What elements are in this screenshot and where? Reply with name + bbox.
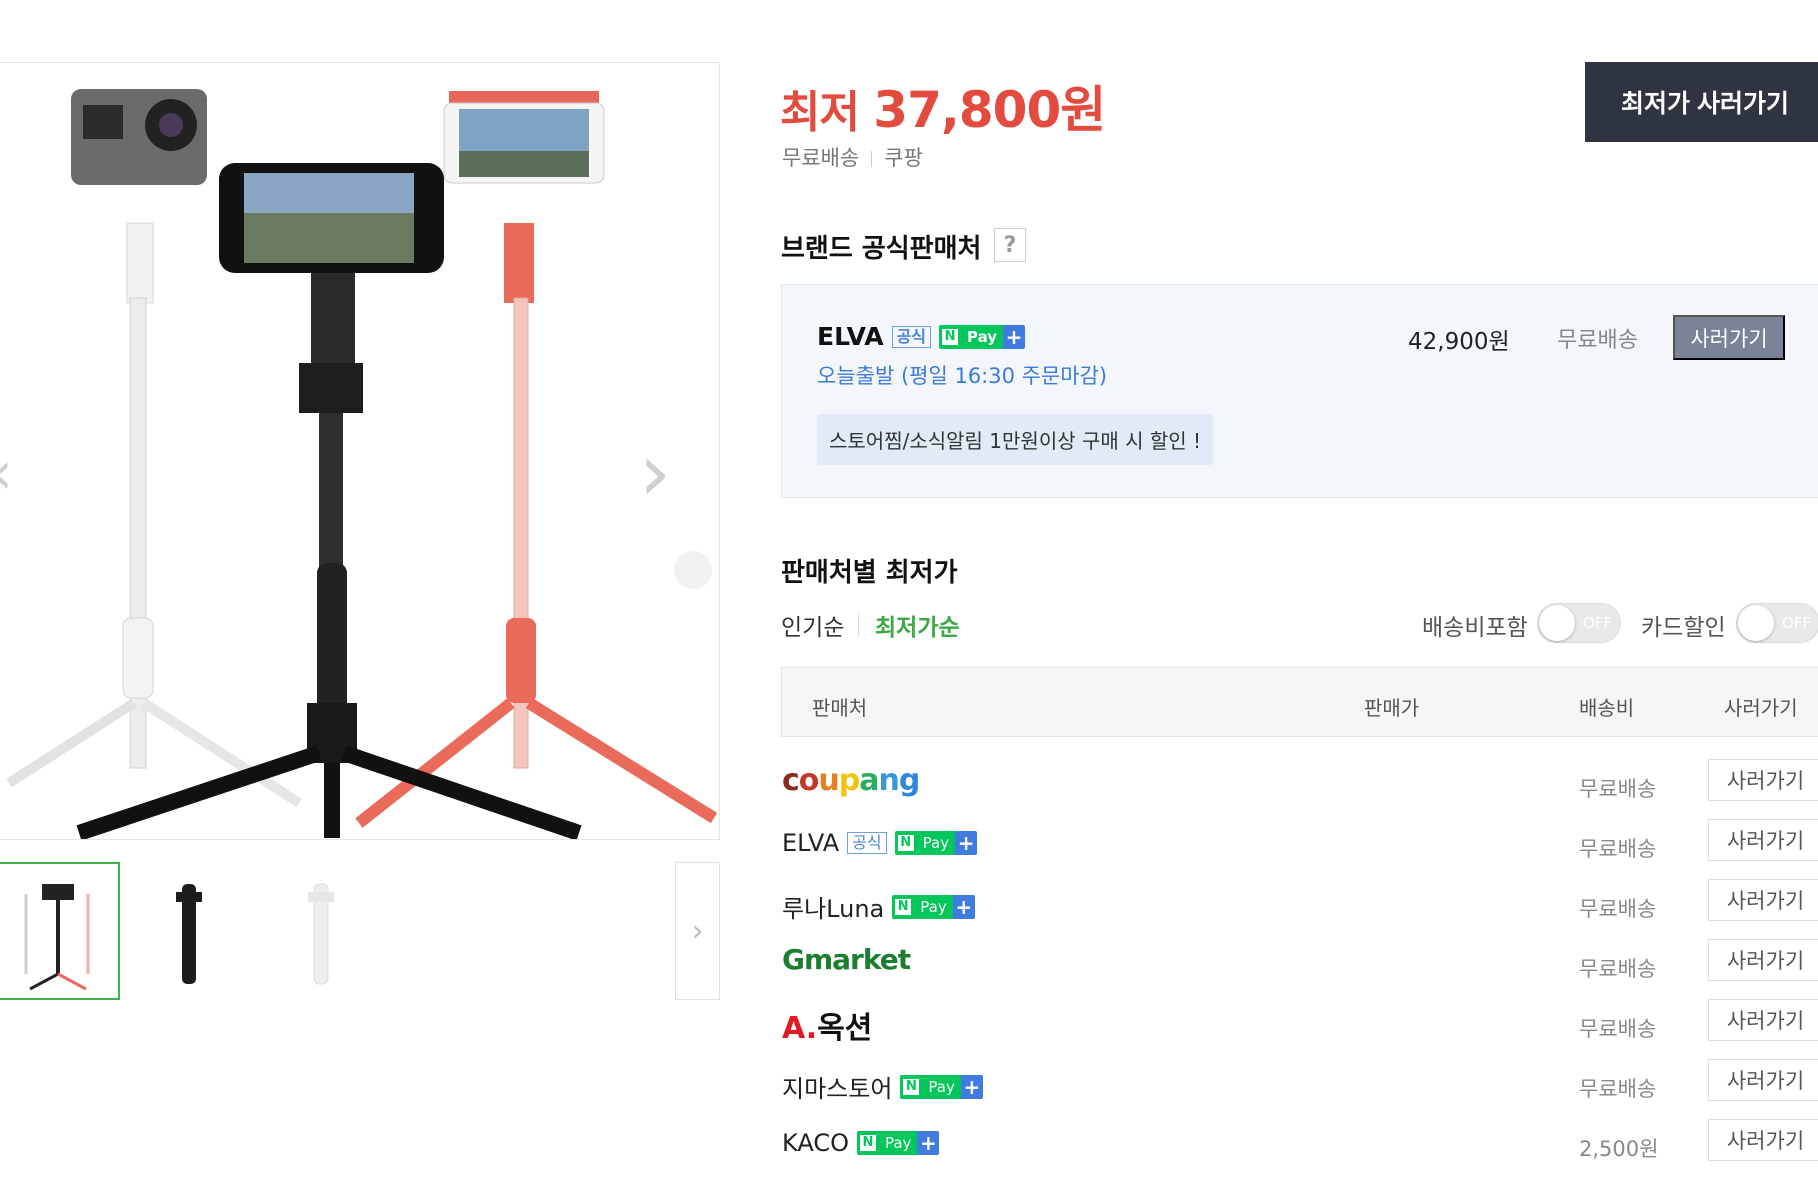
image-indicator-dot[interactable] <box>674 551 712 589</box>
thumbnail-set[interactable] <box>0 862 120 1000</box>
price-prefix: 최저 <box>780 87 860 138</box>
phone-black <box>219 163 444 273</box>
seller-row: 지마스토어 NPay+ 42,900 무료배송 사러가기 <box>781 1057 1818 1117</box>
card-discount-toggle[interactable]: OFF <box>1736 603 1818 643</box>
lowest-price: 최저 37,800원 <box>780 70 1106 142</box>
npay-plus-badge: N Pay + <box>900 1074 983 1099</box>
selfie-stick-tripod-image <box>6 89 718 839</box>
action-camera <box>71 89 207 185</box>
seller-label: 루나Luna <box>782 895 885 923</box>
thumbnail-white-image <box>308 883 334 985</box>
seller-name[interactable]: ELVA 공식 N Pay + <box>782 829 978 857</box>
thumbnail-set-image <box>24 884 90 991</box>
seller-row: Gmarket 42,900 무료배송 사러가기 <box>781 937 1818 997</box>
seller-name[interactable]: 루나Luna N Pay + <box>782 889 975 924</box>
official-seller-name[interactable]: ELVA 공식 N Pay + <box>817 322 1026 351</box>
npay-plus-badge: N Pay + <box>939 324 1026 349</box>
sort-popular-tab[interactable]: 인기순 <box>781 608 844 642</box>
seller-name[interactable]: KACO N Pay + <box>782 1129 940 1157</box>
toggle-state: OFF <box>1781 614 1811 632</box>
seller-shipping: 무료배송 <box>1579 1017 1657 1041</box>
sort-divider <box>858 613 859 637</box>
seller-buy-button[interactable]: 사러가기 <box>1708 939 1818 981</box>
official-badge: 공식 <box>891 325 932 348</box>
seller-shipping: 무료배송 <box>1579 837 1657 861</box>
product-main-image[interactable]: ‹ › <box>0 62 720 840</box>
seller-row: 루나Luna NPay+ 42,900 무료배송 사러가기 <box>781 877 1818 937</box>
official-badge: 공식 <box>847 832 887 854</box>
seller-row: coupang 최저 37,800 무료배송 사러가기 <box>781 757 1818 817</box>
toggle-knob <box>1539 605 1575 641</box>
npay-plus-badge: N Pay + <box>892 894 975 919</box>
seller-label: 지마스토어 <box>782 1075 893 1103</box>
toggle-knob <box>1738 605 1774 641</box>
seller-row: ELVA 공식 NPay+ 42,900 무료배송 사러가기 <box>781 817 1818 877</box>
price-value: 37,800원 <box>873 81 1106 139</box>
seller-buy-button[interactable]: 사러가기 <box>1708 1059 1818 1101</box>
header-price: 판매가 <box>1364 696 1420 720</box>
thumbnail-white[interactable] <box>262 862 384 1000</box>
seller-buy-button[interactable]: 사러가기 <box>1708 1119 1818 1161</box>
dispatch-info: 오늘출발 (평일 16:30 주문마감) <box>817 364 1108 388</box>
header-seller: 판매처 <box>812 696 868 720</box>
seller-auction-logo[interactable]: A.옥션 <box>782 1003 872 1047</box>
toggle-state: OFF <box>1582 614 1612 632</box>
chevron-left-icon[interactable]: ‹ <box>0 443 13 503</box>
seller-shipping: 2,500원 <box>1579 1137 1659 1161</box>
shipping-free: 무료배송 <box>782 146 860 170</box>
seller-row: KACO NPay+ 42,900 2,500원 사러가기 <box>781 1117 1818 1177</box>
seller-gmarket-logo[interactable]: Gmarket <box>782 943 911 976</box>
seller-label: KACO <box>782 1129 849 1157</box>
thumbnail-next-button[interactable]: › <box>675 862 720 1000</box>
seller-coupang-logo[interactable]: coupang <box>782 763 920 798</box>
seller-table-header: 판매처 판매가 배송비 사러가기 <box>781 667 1818 737</box>
include-shipping-toggle[interactable]: OFF <box>1537 603 1621 643</box>
coupang-logo: coupang <box>782 763 920 798</box>
white-tripod <box>6 222 302 808</box>
shipping-info: 무료배송 쿠팡 <box>782 142 923 172</box>
seller-buy-button[interactable]: 사러가기 <box>1708 819 1818 861</box>
official-seller-label: ELVA <box>817 322 884 351</box>
buy-lowest-button[interactable]: 최저가 사러가기 <box>1585 62 1818 142</box>
seller-buy-button[interactable]: 사러가기 <box>1708 759 1818 801</box>
official-seller-card <box>781 284 1818 498</box>
npay-plus-badge: N Pay + <box>894 831 978 855</box>
auction-logo: A.옥션 <box>782 1011 873 1046</box>
thumbnail-black-image <box>176 884 202 984</box>
black-tripod <box>76 253 582 839</box>
seller-buy-button[interactable]: 사러가기 <box>1708 999 1818 1041</box>
sort-lowest-tab[interactable]: 최저가순 <box>875 608 960 642</box>
gmarket-logo: Gmarket <box>782 943 911 976</box>
header-shipping: 배송비 <box>1579 696 1635 720</box>
seller-row: A.옥션 42,900 무료배송 사러가기 <box>781 997 1818 1057</box>
seller-name[interactable]: 지마스토어 N Pay + <box>782 1069 983 1104</box>
include-shipping-label: 배송비포함 <box>1422 615 1528 641</box>
phone-red <box>443 102 605 184</box>
thumbnail-black[interactable] <box>130 862 252 1000</box>
official-seller-title: 브랜드 공식판매처 <box>781 234 982 264</box>
seller-shipping: 무료배송 <box>1579 1077 1657 1101</box>
seller-shipping: 무료배송 <box>1579 777 1657 801</box>
help-icon[interactable]: ? <box>994 228 1026 262</box>
chevron-right-icon[interactable]: › <box>639 433 671 513</box>
npay-plus-badge: N Pay + <box>856 1131 940 1155</box>
card-discount-label: 카드할인 <box>1641 615 1726 641</box>
seller-buy-button[interactable]: 사러가기 <box>1708 879 1818 921</box>
seller-shipping: 무료배송 <box>1579 897 1657 921</box>
official-price: 42,900원 <box>1408 329 1510 355</box>
seller-shipping: 무료배송 <box>1579 957 1657 981</box>
promo-banner: 스토어찜/소식알림 1만원이상 구매 시 할인 ! <box>817 414 1214 465</box>
header-buy: 사러가기 <box>1724 696 1798 720</box>
seller-list-title: 판매처별 최저가 <box>781 558 958 588</box>
seller-label: ELVA <box>782 829 840 857</box>
official-buy-button[interactable]: 사러가기 <box>1673 315 1785 360</box>
official-shipping: 무료배송 <box>1557 328 1638 353</box>
shipping-mall: 쿠팡 <box>884 146 923 170</box>
